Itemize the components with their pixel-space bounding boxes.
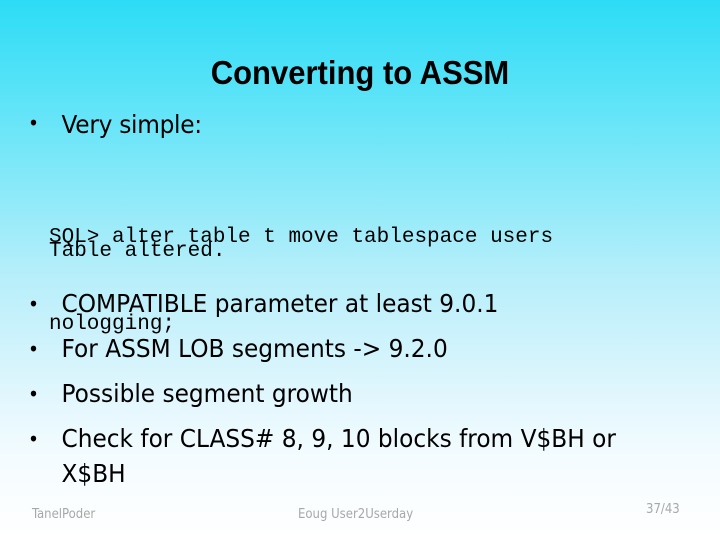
footer-event: Eoug User2Userday <box>298 507 414 522</box>
bullet-list: • COMPATIBLE parameter at least 9.0.1 • … <box>28 284 619 491</box>
bullet-icon: • <box>28 111 39 135</box>
code-result: Table altered. <box>49 240 226 263</box>
list-item: • Check for CLASS# 8, 9, 10 blocks from … <box>28 419 619 491</box>
page-number: 37/43 <box>646 502 680 517</box>
footer-author: TanelPoder <box>32 507 96 522</box>
list-item-text: Possible segment growth <box>61 379 353 408</box>
list-item: • COMPATIBLE parameter at least 9.0.1 <box>28 284 619 324</box>
bullet-icon: • <box>28 427 39 451</box>
list-item-text: Check for CLASS# 8, 9, 10 blocks from V$… <box>61 424 616 488</box>
intro-bullet-text: Very simple: <box>61 110 202 139</box>
slide-title: Converting to ASSM <box>210 53 510 92</box>
bullet-icon: • <box>28 382 39 406</box>
list-item-text: For ASSM LOB segments -> 9.2.0 <box>61 334 448 363</box>
list-item-text: COMPATIBLE parameter at least 9.0.1 <box>61 289 499 318</box>
list-item: • Possible segment growth <box>28 374 619 414</box>
bullet-icon: • <box>28 292 39 316</box>
intro-bullet: • Very simple: <box>28 110 202 139</box>
bullet-icon: • <box>28 337 39 361</box>
list-item: • For ASSM LOB segments -> 9.2.0 <box>28 329 619 369</box>
